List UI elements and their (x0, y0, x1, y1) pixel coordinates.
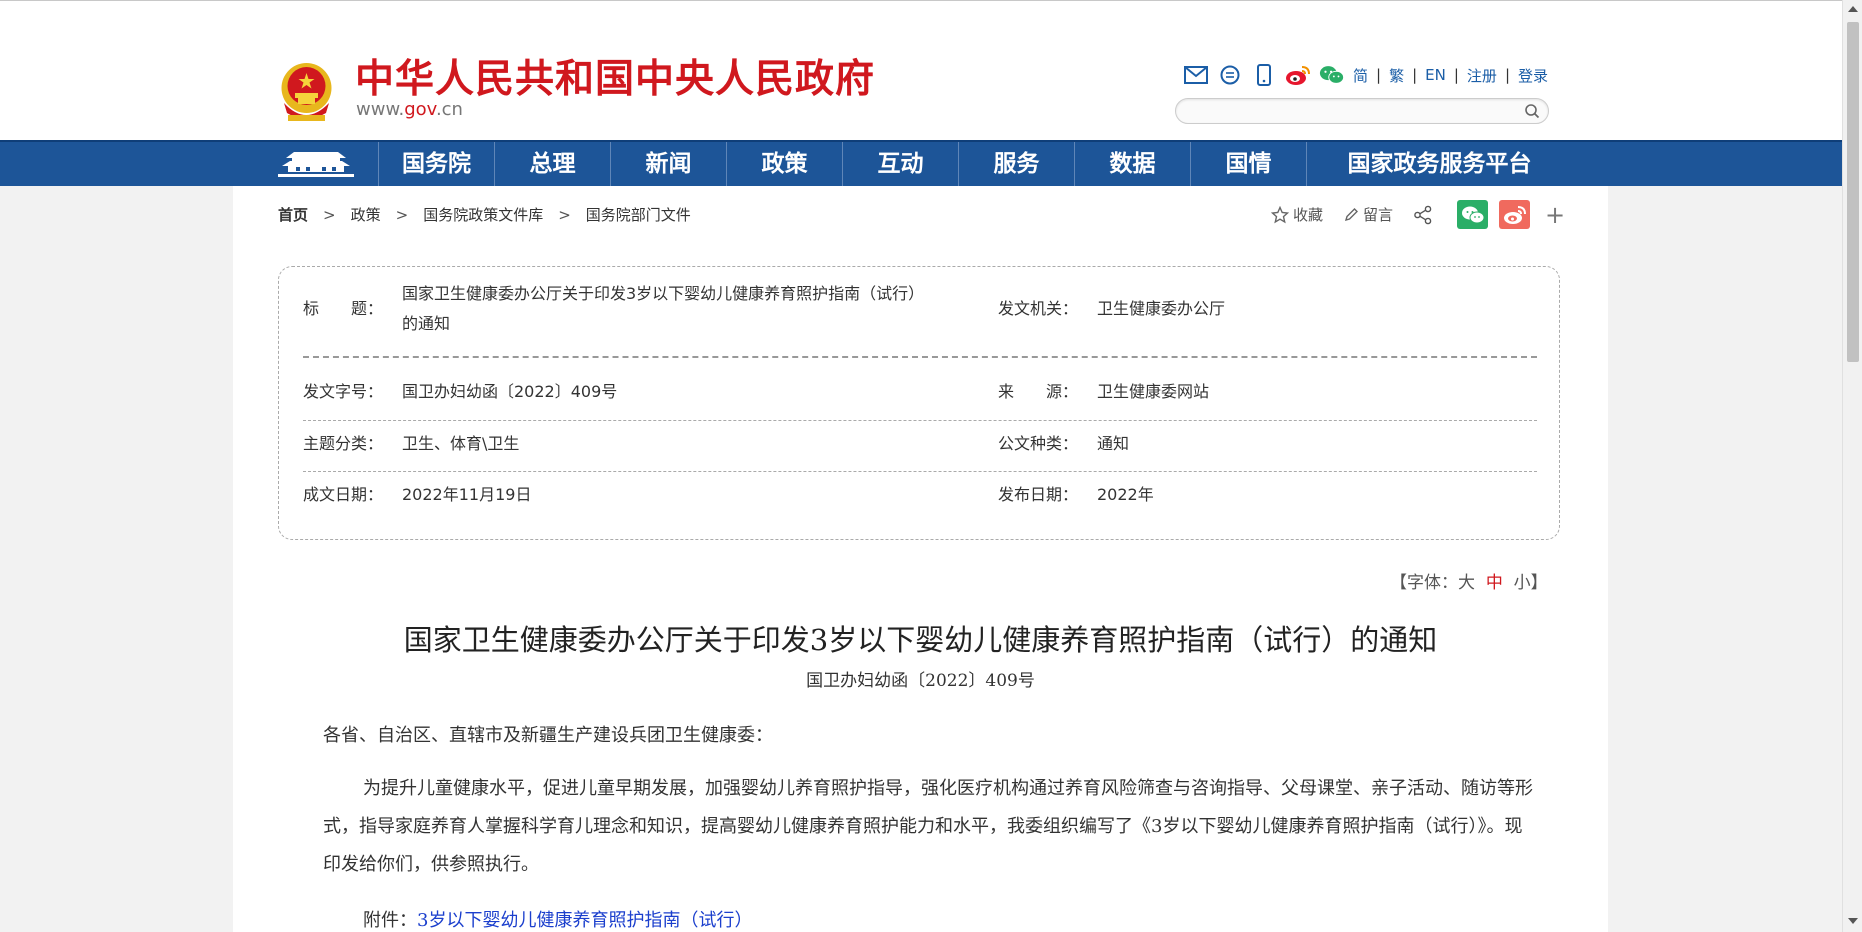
document-meta-box: 标 题： 国家卫生健康委办公厅关于印发3岁以下婴幼儿健康养育照护指南（试行） 的… (278, 266, 1560, 540)
main-nav: 国务院 总理 新闻 政策 互动 服务 数据 国情 国家政务服务平台 (0, 140, 1842, 186)
weibo-icon[interactable] (1285, 64, 1311, 86)
site-title[interactable]: 中华人民共和国中央人民政府 (355, 57, 875, 101)
favorite-button[interactable]: 收藏 (1271, 204, 1323, 225)
breadcrumb-home[interactable]: 首页 (278, 204, 308, 225)
search-box (1175, 98, 1549, 124)
nav-items: 国务院 总理 新闻 政策 互动 服务 数据 国情 国家政务服务平台 (378, 142, 1572, 186)
share-weibo-button[interactable] (1499, 200, 1531, 229)
more-share-button[interactable]: + (1545, 203, 1565, 227)
meta-publish-value: 2022年 (1097, 485, 1154, 504)
meta-type-value: 通知 (1097, 434, 1130, 453)
meta-written-label: 成文日期： (303, 485, 384, 504)
chevron-right-icon: > (558, 205, 571, 224)
url-prefix: www. (356, 99, 405, 120)
attachment-label: 附件： (363, 910, 417, 931)
meta-publish-label: 发布日期： (998, 485, 1079, 504)
lang-simplified[interactable]: 简 (1353, 65, 1368, 86)
document-title: 国家卫生健康委办公厅关于印发3岁以下婴幼儿健康养育照护指南（试行）的通知 (403, 623, 1438, 657)
chevron-right-icon: > (323, 205, 336, 224)
font-size-control: 【字体：大 中 小】 (1390, 568, 1548, 593)
star-icon (1271, 205, 1289, 223)
site-header: 中华人民共和国中央人民政府 www.gov.cn 简 | 繁 | EN | 注册… (0, 1, 1842, 140)
meta-title-label: 标 题： (303, 299, 384, 318)
mobile-icon[interactable] (1251, 64, 1277, 86)
share-wechat-button[interactable] (1457, 200, 1489, 229)
url-mid: gov (404, 99, 436, 120)
nav-item-state-council[interactable]: 国务院 (378, 142, 494, 186)
nav-item-policy[interactable]: 政策 (726, 142, 842, 186)
register-link[interactable]: 注册 (1467, 65, 1497, 86)
font-size-prefix: 【字体： (1390, 573, 1458, 593)
scroll-down-icon[interactable] (1848, 918, 1858, 924)
divider (303, 471, 1537, 472)
meta-title-line2: 的通知 (402, 314, 451, 333)
message-icon[interactable] (1217, 64, 1243, 86)
separator: | (1376, 66, 1382, 84)
breadcrumb: 首页 > 政策 > 国务院政策文件库 > 国务院部门文件 (278, 204, 691, 225)
nav-item-national-info[interactable]: 国情 (1190, 142, 1306, 186)
share-bar: 收藏 留言 + (1271, 200, 1565, 229)
salutation: 各省、自治区、直辖市及新疆生产建设兵团卫生健康委： (323, 725, 773, 746)
search-input[interactable] (1188, 99, 1522, 123)
wechat-icon[interactable] (1319, 64, 1345, 86)
weibo-icon (1503, 205, 1526, 224)
meta-docno-value: 国卫办妇幼函〔2022〕409号 (402, 382, 618, 401)
meta-issuer-label: 发文机关： (998, 299, 1079, 318)
attachment: 附件：3岁以下婴幼儿健康养育照护指南（试行） (363, 906, 752, 932)
font-size-medium[interactable]: 中 (1486, 573, 1503, 593)
content-area: 首页 > 政策 > 国务院政策文件库 > 国务院部门文件 收藏 留言 + 标 题… (233, 186, 1608, 932)
nav-item-service-platform[interactable]: 国家政务服务平台 (1306, 142, 1572, 186)
meta-docno-label: 发文字号： (303, 382, 384, 401)
separator: | (1504, 66, 1510, 84)
meta-title-line1: 国家卫生健康委办公厅关于印发3岁以下婴幼儿健康养育照护指南（试行） (402, 284, 925, 303)
breadcrumb-department-docs[interactable]: 国务院部门文件 (586, 204, 691, 225)
favorite-label: 收藏 (1293, 206, 1324, 224)
lang-traditional[interactable]: 繁 (1389, 65, 1404, 86)
url-suffix: .cn (435, 99, 463, 120)
font-size-large[interactable]: 大 (1458, 573, 1475, 593)
font-size-small[interactable]: 小 (1514, 573, 1531, 593)
pencil-icon (1344, 207, 1359, 221)
breadcrumb-policy[interactable]: 政策 (351, 204, 381, 225)
nav-item-services[interactable]: 服务 (958, 142, 1074, 186)
breadcrumb-policy-library[interactable]: 国务院政策文件库 (423, 204, 543, 225)
meta-issuer-value: 卫生健康委办公厅 (1097, 299, 1226, 318)
meta-topic-label: 主题分类： (303, 434, 384, 453)
nav-item-premier[interactable]: 总理 (494, 142, 610, 186)
share-button[interactable] (1413, 205, 1437, 225)
header-tools: 简 | 繁 | EN | 注册 | 登录 (1183, 63, 1548, 87)
scrollbar-thumb[interactable] (1847, 22, 1859, 362)
meta-written-value: 2022年11月19日 (402, 485, 532, 504)
vertical-scrollbar[interactable] (1842, 0, 1862, 932)
attachment-link[interactable]: 3岁以下婴幼儿健康养育照护指南（试行） (417, 910, 752, 931)
body-paragraph: 为提升儿童健康水平，促进儿童早期发展，加强婴幼儿养育照护指导，强化医疗机构通过养… (323, 778, 1533, 875)
divider (303, 356, 1537, 358)
lang-english[interactable]: EN (1425, 66, 1446, 84)
document-number: 国卫办妇幼函〔2022〕409号 (806, 671, 1035, 691)
national-emblem-icon (281, 63, 332, 121)
site-url[interactable]: www.gov.cn (356, 99, 463, 121)
login-link[interactable]: 登录 (1518, 65, 1548, 86)
mail-icon[interactable] (1183, 64, 1209, 86)
comment-button[interactable]: 留言 (1343, 204, 1393, 225)
wechat-icon (1461, 206, 1485, 223)
chevron-right-icon: > (395, 205, 409, 224)
share-icon (1414, 205, 1432, 224)
nav-item-data[interactable]: 数据 (1074, 142, 1190, 186)
divider (303, 420, 1537, 421)
meta-topic-value: 卫生、体育\卫生 (402, 434, 520, 453)
nav-item-news[interactable]: 新闻 (610, 142, 726, 186)
meta-source-label: 来 源： (998, 382, 1079, 401)
nav-item-interaction[interactable]: 互动 (842, 142, 958, 186)
meta-title-value: 国家卫生健康委办公厅关于印发3岁以下婴幼儿健康养育照护指南（试行） 的通知 (402, 279, 982, 339)
meta-source-value: 卫生健康委网站 (1097, 382, 1210, 401)
meta-type-label: 公文种类： (998, 434, 1079, 453)
scroll-up-icon[interactable] (1848, 6, 1858, 12)
tiananmen-icon[interactable] (276, 148, 356, 180)
comment-label: 留言 (1363, 206, 1394, 224)
separator: | (1453, 66, 1459, 84)
separator: | (1412, 66, 1418, 84)
search-icon[interactable] (1524, 103, 1540, 119)
font-size-suffix: 】 (1530, 573, 1548, 593)
